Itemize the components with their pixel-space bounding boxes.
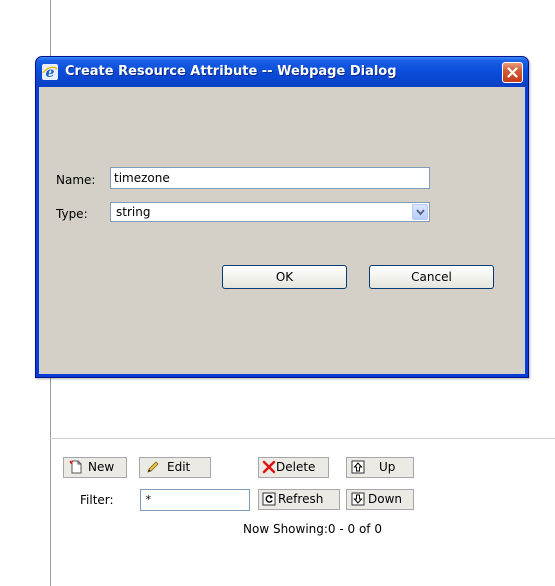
arrow-up-icon [351, 460, 365, 474]
panel-divider [50, 438, 555, 439]
up-button-label: Up [379, 460, 396, 474]
edit-button-label: Edit [167, 460, 191, 474]
chevron-down-icon [416, 209, 425, 216]
create-resource-attribute-dialog: e Create Resource Attribute -- Webpage D… [35, 56, 529, 378]
edit-button[interactable]: Edit [139, 457, 211, 478]
pencil-icon [146, 460, 160, 474]
x-icon [262, 460, 276, 474]
cancel-button[interactable]: Cancel [369, 265, 494, 289]
ie-icon: e [42, 64, 58, 81]
ok-button[interactable]: OK [222, 265, 347, 289]
delete-button-label: Delete [276, 460, 316, 474]
down-button[interactable]: Down [346, 489, 414, 510]
close-button[interactable] [502, 62, 523, 83]
new-button-label: New [88, 460, 115, 474]
page: e Create Resource Attribute -- Webpage D… [0, 0, 555, 586]
type-label: Type: [56, 207, 88, 221]
filter-label: Filter: [80, 493, 114, 507]
new-button[interactable]: New [63, 457, 127, 478]
type-select-value: string [116, 205, 151, 219]
refresh-button-label: Refresh [278, 492, 324, 506]
now-showing-status: Now Showing:0 - 0 of 0 [243, 522, 382, 536]
arrow-down-icon [351, 492, 365, 506]
name-label: Name: [56, 173, 96, 187]
delete-button[interactable]: Delete [258, 457, 329, 478]
down-button-label: Down [368, 492, 403, 506]
new-document-icon [69, 460, 83, 474]
close-icon [507, 67, 518, 78]
type-select[interactable]: string [110, 202, 430, 222]
dialog-titlebar[interactable]: e Create Resource Attribute -- Webpage D… [36, 57, 528, 87]
filter-input[interactable]: * [140, 489, 250, 511]
up-button[interactable]: Up [346, 457, 414, 478]
select-dropdown-button[interactable] [412, 204, 428, 220]
dialog-body: Name: timezone Type: string OK Cancel [39, 87, 525, 374]
dialog-title: Create Resource Attribute -- Webpage Dia… [65, 64, 397, 79]
refresh-button[interactable]: Refresh [258, 489, 340, 510]
refresh-icon [262, 492, 276, 506]
name-input[interactable]: timezone [110, 167, 430, 189]
